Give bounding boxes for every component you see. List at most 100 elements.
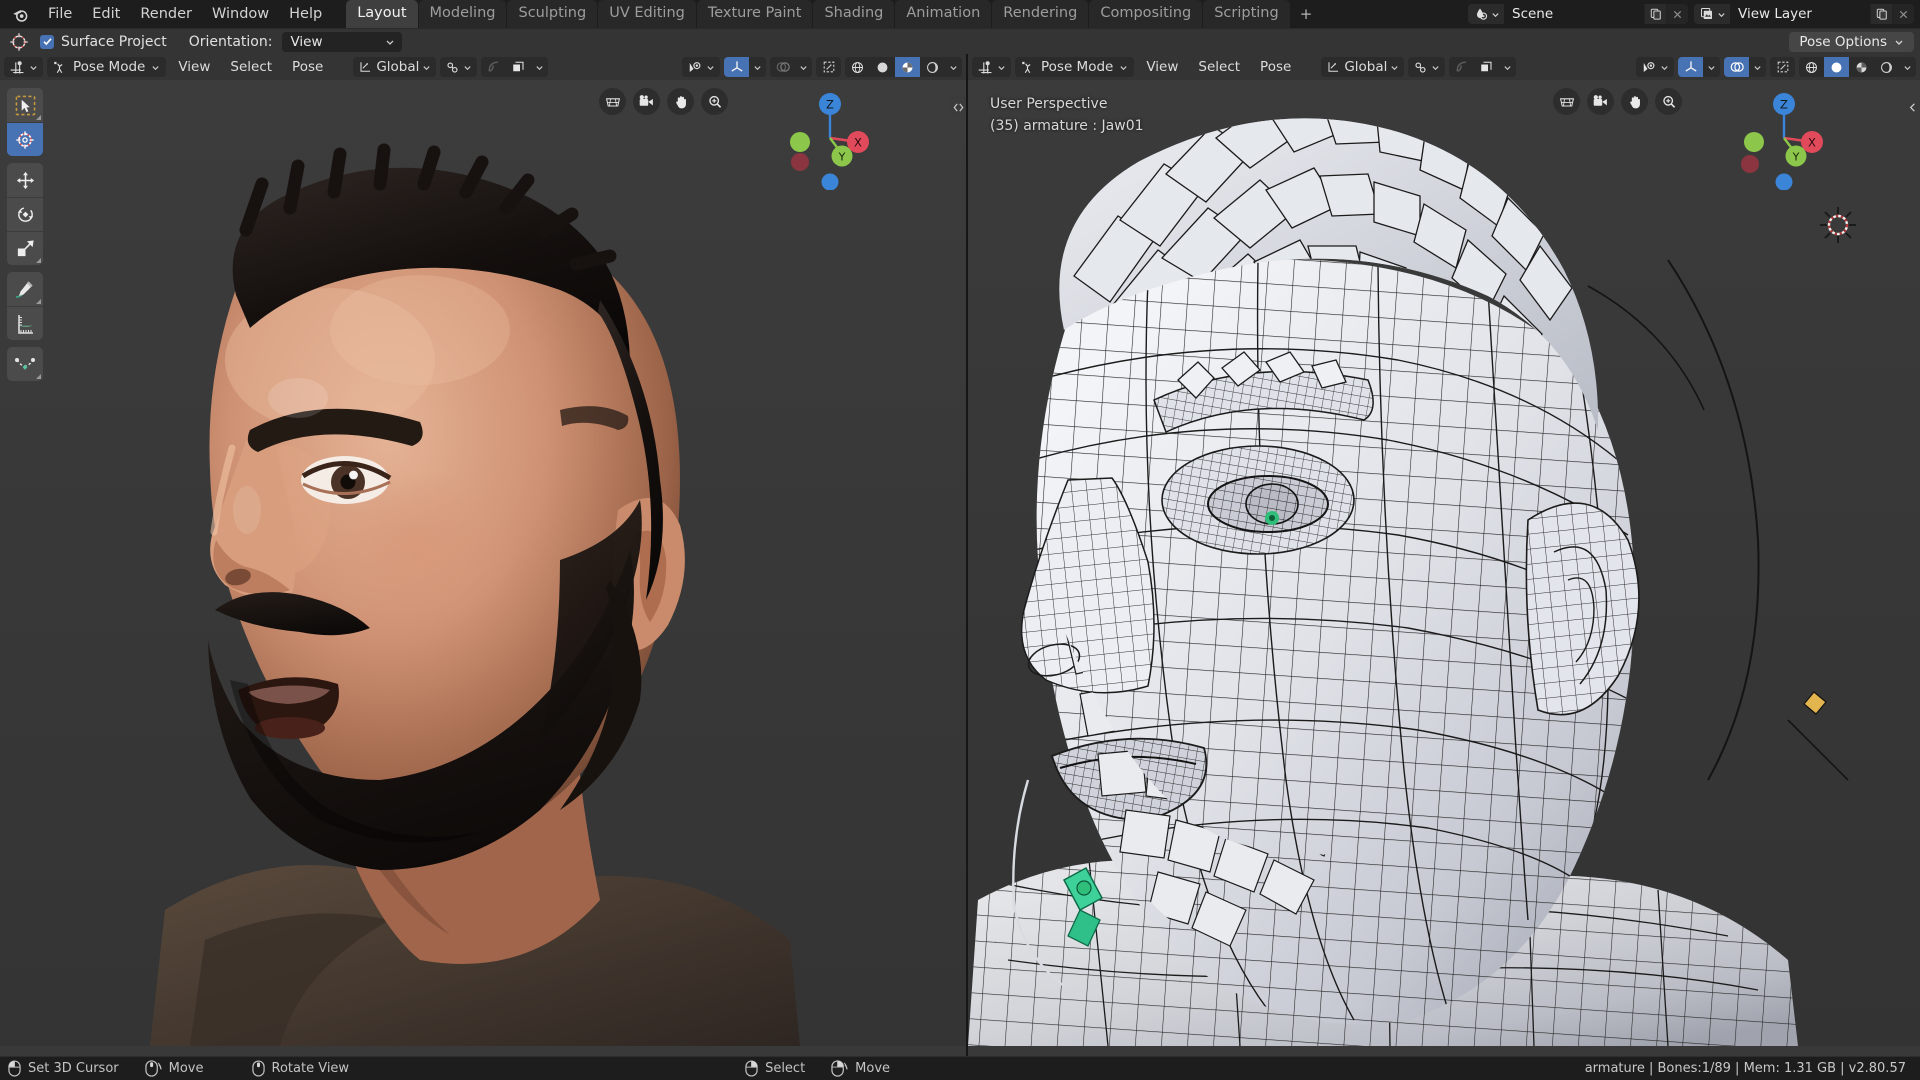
bone-envelope-tool[interactable] [7, 347, 43, 381]
rendered-shading-button[interactable] [920, 57, 945, 77]
xray-icon[interactable] [816, 57, 841, 77]
move-tool[interactable] [7, 163, 43, 197]
menu-render[interactable]: Render [130, 4, 202, 25]
viewport-left-menu-view[interactable]: View [170, 57, 218, 77]
viewport-left-collapse-arrows-icon[interactable] [950, 96, 966, 118]
snap-toggle-left[interactable] [440, 57, 478, 77]
add-workspace-button[interactable]: + [1291, 0, 1322, 28]
blender-logo-icon[interactable] [0, 0, 34, 28]
overlays-icon[interactable] [770, 57, 795, 77]
chevron-down-icon[interactable] [795, 57, 812, 77]
tab-sculpting[interactable]: Sculpting [507, 0, 598, 28]
shading-modes-left[interactable] [845, 57, 962, 77]
zoom-view-icon[interactable] [1655, 88, 1682, 115]
wireframe-shading-button[interactable] [1799, 57, 1824, 77]
overlays-group-right[interactable] [1724, 57, 1766, 77]
view-layer-name[interactable]: View Layer [1730, 4, 1870, 24]
transform-orientation-right[interactable]: Global [1321, 57, 1405, 77]
editor-type-3dview-icon[interactable] [4, 57, 43, 77]
mode-selector-right[interactable]: Pose Mode [1015, 57, 1135, 77]
tab-shading[interactable]: Shading [813, 0, 895, 28]
chevron-down-icon[interactable] [531, 57, 548, 77]
visibility-dropdown-right[interactable] [1636, 57, 1674, 77]
tab-compositing[interactable]: Compositing [1089, 0, 1203, 28]
overlays-icon[interactable] [1724, 57, 1749, 77]
gizmo-axes-icon[interactable] [1678, 57, 1703, 77]
scene-icon[interactable] [1468, 4, 1504, 24]
snap-toggle-right[interactable] [1408, 57, 1446, 77]
tab-rendering[interactable]: Rendering [992, 0, 1089, 28]
pan-view-icon[interactable] [1621, 88, 1648, 115]
tab-texture-paint[interactable]: Texture Paint [696, 0, 813, 28]
transform-orientation-left[interactable]: Global [353, 57, 437, 77]
tab-modeling[interactable]: Modeling [418, 0, 507, 28]
menu-edit[interactable]: Edit [82, 4, 130, 25]
view-layer-unlink-icon[interactable] [1892, 4, 1914, 24]
proportional-edit-group-left[interactable] [481, 57, 549, 77]
proportional-edit-group-right[interactable] [1449, 57, 1517, 77]
zoom-region-icon[interactable] [599, 88, 626, 115]
scene-name[interactable]: Scene [1504, 4, 1644, 24]
tab-animation[interactable]: Animation [895, 0, 992, 28]
gizmo-group-right[interactable] [1678, 57, 1720, 77]
menu-help[interactable]: Help [279, 4, 332, 25]
viewport-left-menu-pose[interactable]: Pose [284, 57, 331, 77]
editor-type-3dview-icon[interactable] [972, 57, 1011, 77]
pan-view-icon[interactable] [667, 88, 694, 115]
tool-expand-corner[interactable] [36, 299, 41, 304]
chevron-down-icon[interactable] [945, 57, 962, 77]
solid-shading-button[interactable] [870, 57, 895, 77]
falloff-smooth-icon[interactable] [1474, 57, 1499, 77]
overlays-group-left[interactable] [770, 57, 812, 77]
chevron-down-icon[interactable] [1499, 57, 1516, 77]
viewport-right-menu-pose[interactable]: Pose [1252, 57, 1299, 77]
proportional-edit-icon[interactable] [481, 57, 506, 77]
measure-tool[interactable] [7, 306, 43, 340]
rotate-tool[interactable] [7, 197, 43, 231]
viewport-right-collapse-arrow-icon[interactable] [1904, 96, 1920, 118]
material-preview-shading-button[interactable] [895, 57, 920, 77]
viewport-left-menu-select[interactable]: Select [222, 57, 280, 77]
viewport-left-canvas[interactable]: Z X Y [0, 80, 966, 1056]
chevron-down-icon[interactable] [1749, 57, 1766, 77]
scene-new-icon[interactable] [1644, 4, 1666, 24]
camera-view-icon[interactable] [1587, 88, 1614, 115]
view-layer-new-icon[interactable] [1870, 4, 1892, 24]
tweak-select-box-tool[interactable] [7, 88, 43, 122]
view-layer-icon[interactable] [1694, 4, 1730, 24]
xray-icon[interactable] [1770, 57, 1795, 77]
chevron-down-icon[interactable] [749, 57, 766, 77]
annotate-tool[interactable] [7, 272, 43, 306]
xray-group-left[interactable] [816, 57, 841, 77]
tab-layout[interactable]: Layout [346, 0, 418, 28]
viewport-right-axis-gizmo[interactable]: Z X Y [1724, 80, 1844, 190]
cursor-3d-tool[interactable] [7, 122, 43, 156]
tool-expand-corner[interactable] [36, 115, 41, 120]
camera-view-icon[interactable] [633, 88, 660, 115]
menu-file[interactable]: File [38, 4, 82, 25]
proportional-edit-icon[interactable] [1449, 57, 1474, 77]
xray-group-right[interactable] [1770, 57, 1795, 77]
mode-selector-left[interactable]: Pose Mode [47, 57, 167, 77]
rendered-shading-button[interactable] [1874, 57, 1899, 77]
viewport-right-menu-select[interactable]: Select [1190, 57, 1248, 77]
zoom-view-icon[interactable] [701, 88, 728, 115]
menu-window[interactable]: Window [202, 4, 279, 25]
falloff-smooth-icon[interactable] [506, 57, 531, 77]
shading-modes-right[interactable] [1799, 57, 1916, 77]
view-layer-selector[interactable]: View Layer [1694, 4, 1914, 24]
tool-expand-corner[interactable] [36, 258, 41, 263]
scale-tool[interactable] [7, 231, 43, 265]
scene-unlink-icon[interactable] [1666, 4, 1688, 24]
viewport-left-axis-gizmo[interactable]: Z X Y [770, 80, 890, 190]
zoom-region-icon[interactable] [1553, 88, 1580, 115]
surface-project-checkbox[interactable] [40, 34, 54, 49]
tool-expand-corner[interactable] [36, 374, 41, 379]
scene-selector[interactable]: Scene [1468, 4, 1688, 24]
surface-project-toggle[interactable]: Surface Project [40, 34, 167, 50]
wireframe-shading-button[interactable] [845, 57, 870, 77]
tab-scripting[interactable]: Scripting [1203, 0, 1290, 28]
chevron-down-icon[interactable] [1899, 57, 1916, 77]
gizmo-group-left[interactable] [724, 57, 766, 77]
viewport-right-canvas[interactable]: User Perspective (35) armature : Jaw01 Z… [968, 80, 1920, 1056]
